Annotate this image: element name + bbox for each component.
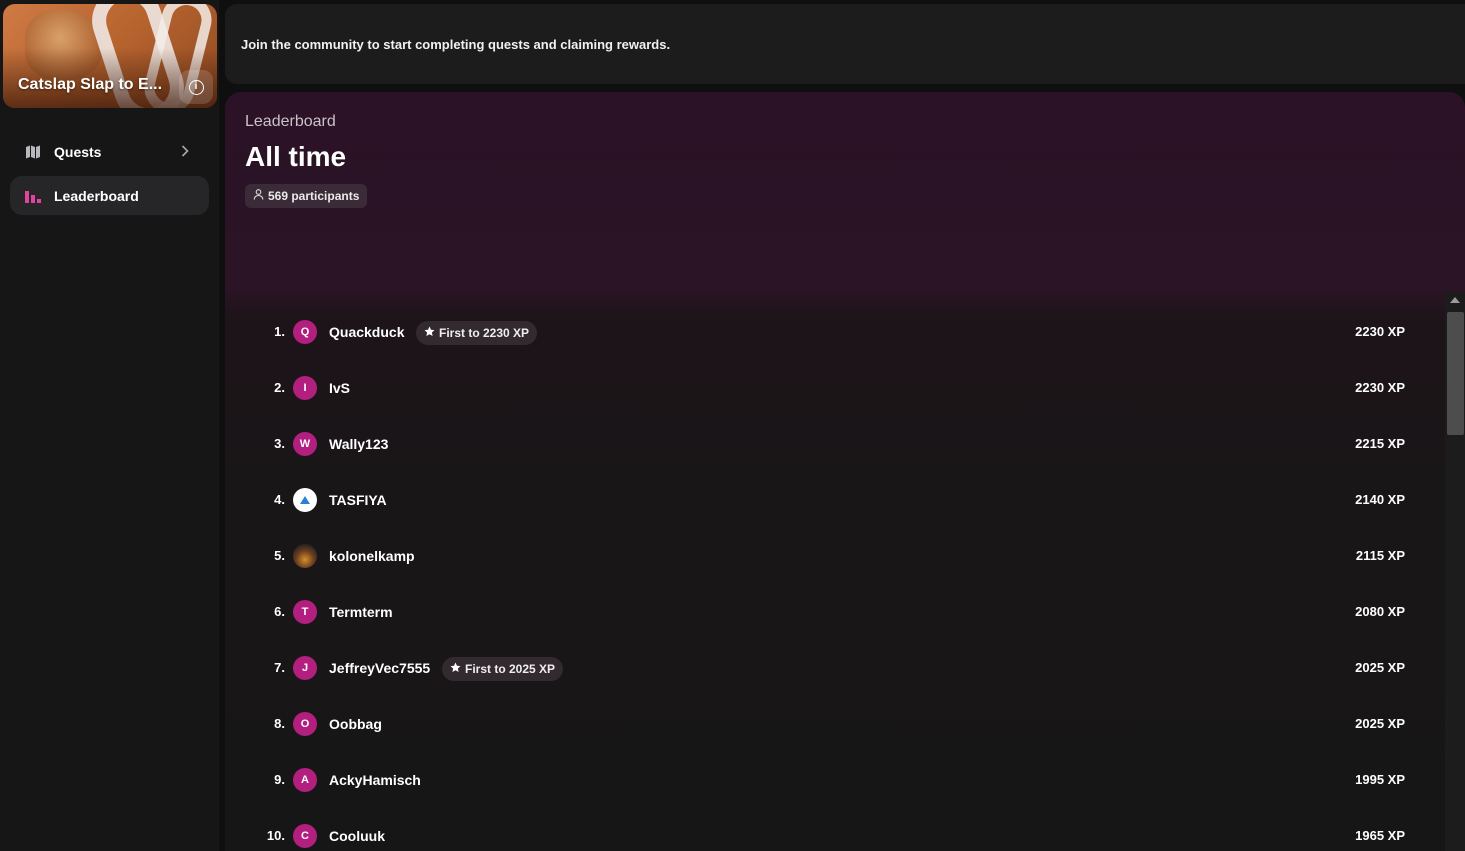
username[interactable]: JeffreyVec7555: [329, 660, 430, 676]
rank-number: 9.: [274, 772, 285, 787]
sidebar: Catslap Slap to E... i Quests Leaderboar…: [0, 0, 219, 851]
participants-count: 569 participants: [268, 189, 360, 203]
avatar-photo: [293, 544, 317, 568]
avatar: A: [293, 768, 317, 792]
leaderboard-row[interactable]: 7. J JeffreyVec7555 First to 2025 XP 2025 XP: [225, 640, 1445, 696]
rank-number: 8.: [274, 716, 285, 731]
rank-number: 2.: [274, 380, 285, 395]
username[interactable]: Termterm: [329, 604, 393, 620]
rank-number: 10.: [266, 828, 285, 843]
leaderboard-row[interactable]: 6. T Termterm 2080 XP: [225, 584, 1445, 640]
rank-number: 7.: [274, 660, 285, 675]
scrollbar-thumb[interactable]: [1447, 312, 1464, 435]
badge-label: First to 2230 XP: [439, 326, 530, 340]
xp-value: 2230 XP: [1355, 324, 1405, 339]
info-button[interactable]: i: [179, 70, 213, 104]
info-icon: i: [188, 79, 204, 95]
leaderboard-row[interactable]: 2. I IvS 2230 XP: [225, 360, 1445, 416]
join-community-card: Join the community to start completing q…: [225, 4, 1465, 84]
xp-value: 2080 XP: [1355, 604, 1405, 619]
star-icon: [450, 662, 461, 676]
xp-value: 2230 XP: [1355, 380, 1405, 395]
rank-number: 5.: [274, 548, 285, 563]
avatar-logo: [293, 488, 317, 512]
leaderboard-panel: Leaderboard All time 569 participants 1.…: [225, 92, 1465, 851]
user-icon: [253, 189, 264, 203]
leaderboard-subtitle: Leaderboard: [245, 113, 336, 130]
username[interactable]: TASFIYA: [329, 492, 387, 508]
first-to-xp-badge: First to 2025 XP: [442, 657, 564, 681]
leaderboard-row[interactable]: 1. Q Quackduck First to 2230 XP 2230 XP: [225, 304, 1445, 360]
xp-value: 2215 XP: [1355, 436, 1405, 451]
community-title: Catslap Slap to E...: [18, 76, 163, 93]
first-to-xp-badge: First to 2230 XP: [416, 321, 538, 345]
leaderboard-row[interactable]: 3. W Wally123 2215 XP: [225, 416, 1445, 472]
avatar: C: [293, 824, 317, 848]
xp-value: 2025 XP: [1355, 660, 1405, 675]
community-banner[interactable]: Catslap Slap to E... i: [3, 4, 217, 108]
star-icon: [424, 326, 435, 340]
username[interactable]: AckyHamisch: [329, 772, 421, 788]
sidebar-item-label: Quests: [54, 143, 102, 160]
leaderboard-row[interactable]: 8. O Oobbag 2025 XP: [225, 696, 1445, 752]
avatar: J: [293, 656, 317, 680]
xp-value: 2140 XP: [1355, 492, 1405, 507]
leaderboard-row[interactable]: 10. C Cooluuk 1965 XP: [225, 808, 1445, 851]
username[interactable]: Wally123: [329, 436, 388, 452]
username[interactable]: Oobbag: [329, 716, 382, 732]
app-root: Catslap Slap to E... i Quests Leaderboar…: [0, 0, 1465, 851]
rank-number: 1.: [274, 324, 285, 339]
leaderboard-row[interactable]: 4. TASFIYA 2140 XP: [225, 472, 1445, 528]
chevron-right-icon: [181, 144, 189, 160]
badge-label: First to 2025 XP: [465, 662, 556, 676]
participants-badge: 569 participants: [245, 184, 368, 208]
username[interactable]: Cooluuk: [329, 828, 385, 844]
map-icon: [25, 144, 41, 160]
avatar: W: [293, 432, 317, 456]
avatar: T: [293, 600, 317, 624]
username[interactable]: kolonelkamp: [329, 548, 415, 564]
rank-number: 6.: [274, 604, 285, 619]
rank-number: 4.: [274, 492, 285, 507]
xp-value: 2025 XP: [1355, 716, 1405, 731]
bar-chart-icon: [25, 188, 41, 204]
avatar: Q: [293, 320, 317, 344]
leaderboard-row[interactable]: 5. kolonelkamp 2115 XP: [225, 528, 1445, 584]
sidebar-item-leaderboard[interactable]: Leaderboard: [10, 176, 209, 215]
username[interactable]: Quackduck: [329, 324, 404, 340]
leaderboard-row[interactable]: 9. A AckyHamisch 1995 XP: [225, 752, 1445, 808]
xp-value: 1995 XP: [1355, 772, 1405, 787]
avatar: O: [293, 712, 317, 736]
leaderboard-title: All time: [245, 141, 347, 172]
join-message: Join the community to start completing q…: [241, 36, 671, 52]
xp-value: 2115 XP: [1355, 548, 1405, 563]
sidebar-item-quests[interactable]: Quests: [10, 132, 209, 171]
sidebar-item-label: Leaderboard: [54, 187, 139, 204]
username[interactable]: IvS: [329, 380, 350, 396]
rank-number: 3.: [274, 436, 285, 451]
avatar: I: [293, 376, 317, 400]
xp-value: 1965 XP: [1355, 828, 1405, 843]
scroll-up-arrow[interactable]: [1450, 297, 1460, 303]
